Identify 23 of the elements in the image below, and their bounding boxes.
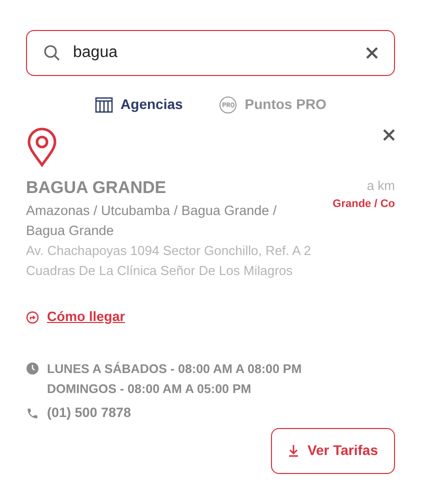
tab[interactable]: Puntos PRO <box>218 94 326 115</box>
hours-text: LUNES A SÁBADOS - 08:00 AM A 08:00 PM <box>47 360 302 378</box>
clock-icon <box>26 362 39 376</box>
phone-text: (01) 500 7878 <box>47 404 132 422</box>
close-icon[interactable] <box>383 129 395 141</box>
distance-place: Grande / Co <box>332 197 395 212</box>
download-icon <box>288 444 300 457</box>
rates-button[interactable]: Ver Tarifas <box>271 428 395 474</box>
directions-icon <box>26 310 39 324</box>
hours-text: DOMINGOS - 08:00 AM A 05:00 PM <box>47 381 252 398</box>
close-icon[interactable] <box>366 47 378 59</box>
agency-name: BAGUA GRANDE <box>26 177 168 199</box>
building-icon <box>94 96 113 112</box>
distance-text: a km <box>366 177 395 195</box>
search-field[interactable]: bagua <box>26 30 395 76</box>
badge-icon <box>218 96 237 114</box>
phone-icon <box>26 406 39 420</box>
region-text: Amazonas / Utcubamba / Bagua Grande / Bagua Grande <box>26 202 278 240</box>
location-pin-icon <box>26 127 58 167</box>
address-text: Av. Chachapoyas 1094 Sector Gonchillo, Ref. A 2 Cuadras De La Clínica Señor De Los Milagros <box>26 242 312 280</box>
tab[interactable]: Agencias <box>94 94 183 115</box>
search-icon <box>43 44 61 62</box>
directions-link[interactable]: Cómo llegar <box>26 307 126 328</box>
